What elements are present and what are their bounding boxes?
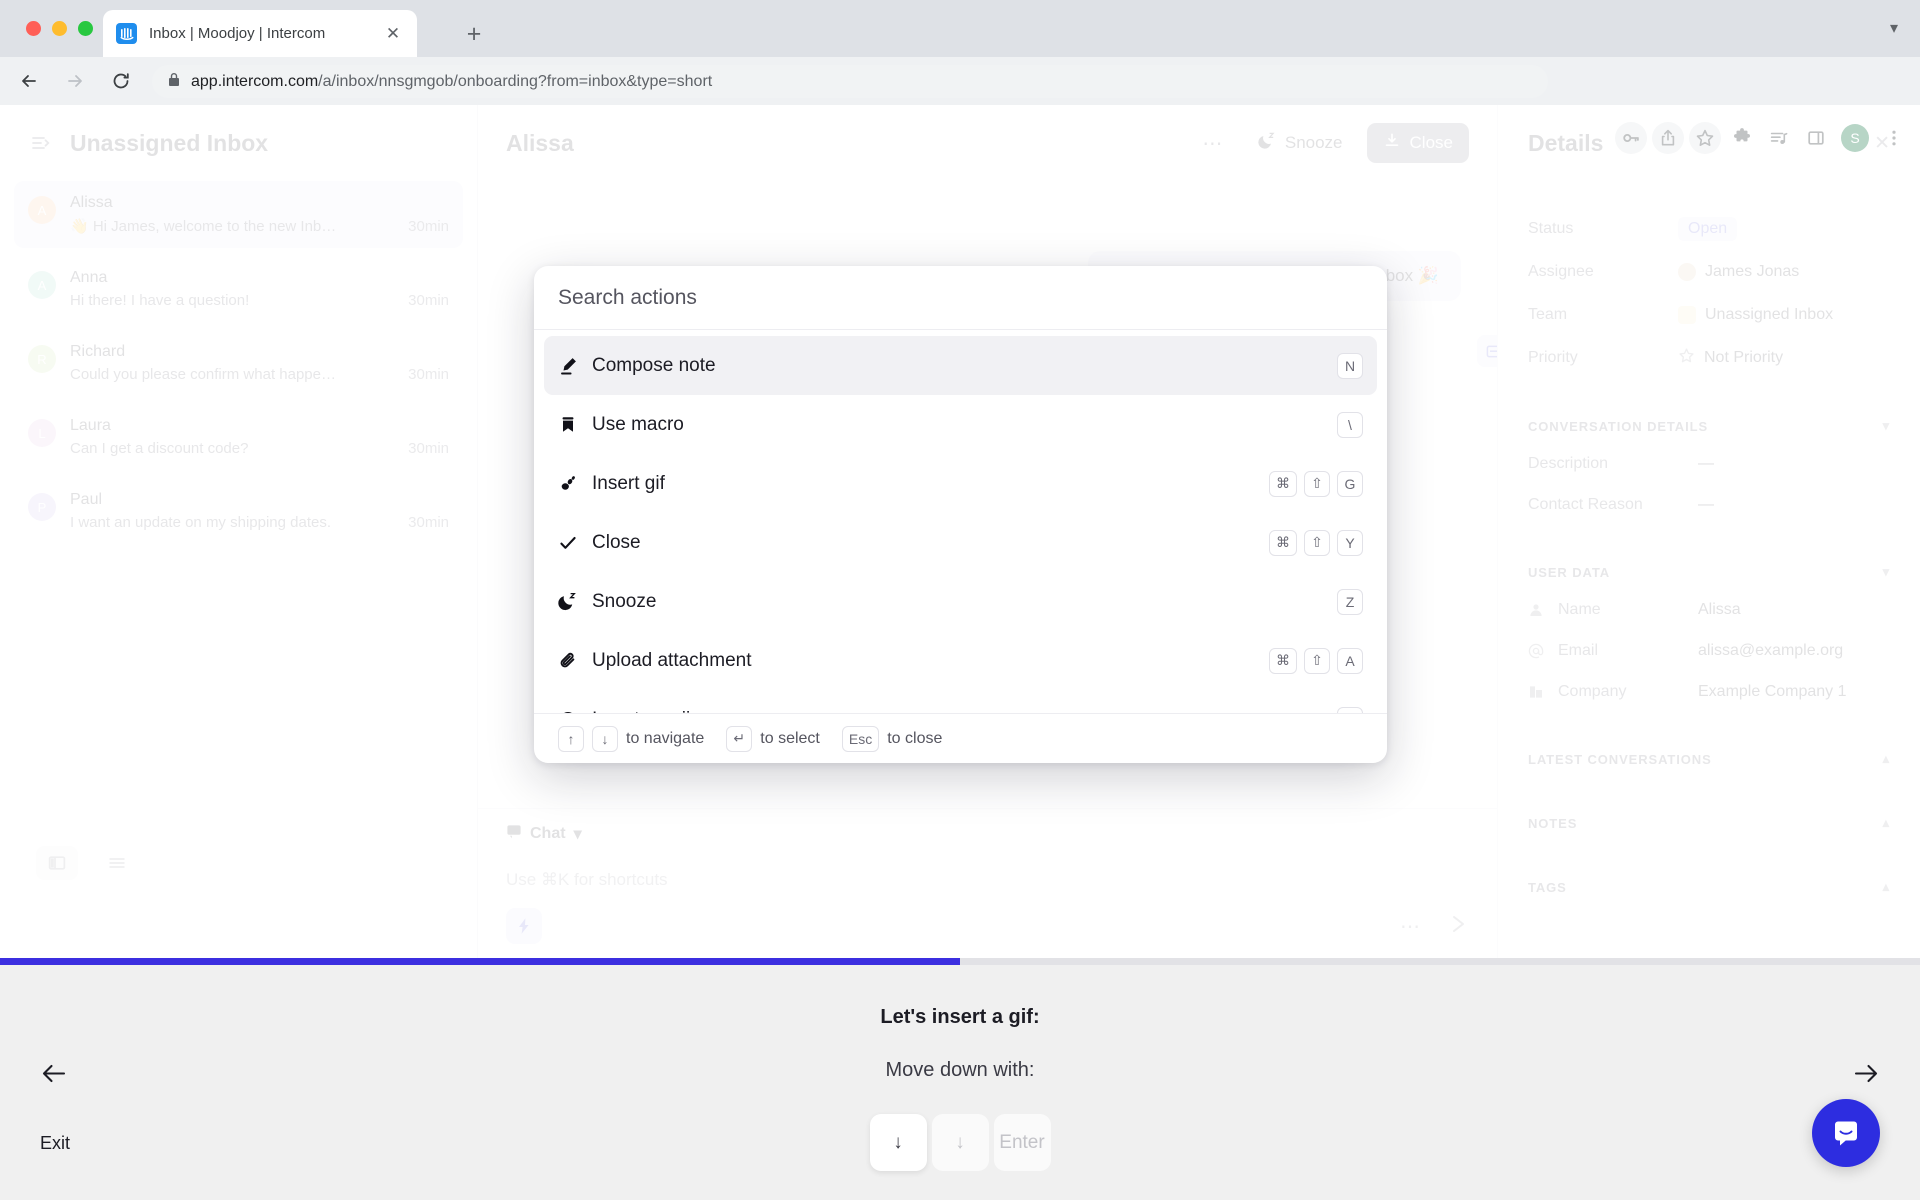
key-badge: ⇧: [1304, 529, 1330, 556]
action-label: Close: [592, 531, 641, 553]
forward-arrow-icon[interactable]: [58, 64, 92, 98]
onboarding-title: Let's insert a gif:: [880, 1006, 1040, 1028]
close-window-button[interactable]: [26, 21, 41, 36]
command-palette: Search actions Compose note N Use macro …: [534, 266, 1387, 763]
shortcut-keys: \: [1337, 411, 1363, 438]
navigate-hint: to navigate: [626, 729, 705, 747]
onboarding-keys: ↓ ↓ Enter: [0, 1114, 1920, 1171]
shortcut-keys: Z: [1337, 588, 1363, 615]
action-label: Use macro: [592, 413, 684, 435]
moon-z-icon: [558, 592, 592, 612]
action-close[interactable]: Close ⌘ ⇧ Y: [544, 513, 1377, 572]
action-compose-note[interactable]: Compose note N: [544, 336, 1377, 395]
action-insert-emoji[interactable]: Insert emoji :: [544, 690, 1377, 713]
screen: Inbox | Moodjoy | Intercom ✕ + ▾ app.int…: [0, 0, 1920, 1200]
key-badge-enter: ↵: [726, 725, 753, 752]
exit-button[interactable]: Exit: [40, 1133, 70, 1154]
url-text: app.intercom.com/a/inbox/nnsgmgob/onboar…: [191, 73, 712, 91]
key-badge: G: [1337, 470, 1363, 497]
url-path: /a/inbox/nnsgmgob/onboarding?from=inbox&…: [318, 72, 713, 90]
action-label: Insert emoji: [592, 709, 1337, 714]
browser-tab[interactable]: Inbox | Moodjoy | Intercom ✕: [103, 10, 417, 57]
pencil-note-icon: [558, 356, 592, 376]
search-actions-input[interactable]: Search actions: [534, 266, 1387, 330]
key-badge: ⌘: [1269, 529, 1297, 556]
browser-toolbar: app.intercom.com/a/inbox/nnsgmgob/onboar…: [0, 57, 1920, 154]
action-snooze[interactable]: Snooze Z: [544, 572, 1377, 631]
back-arrow-icon[interactable]: [12, 64, 46, 98]
gif-icon: [558, 474, 592, 494]
onboarding-key-down-active[interactable]: ↓: [869, 1114, 927, 1171]
maximize-window-button[interactable]: [78, 21, 93, 36]
action-label: Upload attachment: [592, 649, 752, 671]
chevron-down-icon[interactable]: ▾: [1890, 18, 1898, 38]
paperclip-icon: [558, 651, 592, 671]
close-icon[interactable]: ✕: [382, 23, 404, 45]
key-badge: :: [1337, 706, 1363, 713]
key-badge: Z: [1337, 588, 1363, 615]
key-badge-up: ↑: [558, 725, 584, 752]
key-badge: Y: [1337, 529, 1363, 556]
key-badge: ⌘: [1269, 647, 1297, 674]
action-label: Snooze: [592, 590, 657, 612]
intercom-messenger-icon[interactable]: [1812, 1099, 1880, 1167]
action-label: Insert gif: [592, 472, 665, 494]
onboarding-content: Let's insert a gif: Move down with: ↓ ↓ …: [0, 1006, 1920, 1171]
onboarding-subtitle: Move down with:: [885, 1059, 1035, 1081]
action-list: Compose note N Use macro \ Insert gif ⌘ …: [534, 330, 1387, 713]
select-hint: to select: [760, 729, 820, 747]
shortcut-keys: :: [1337, 706, 1363, 713]
key-badge: N: [1337, 352, 1363, 379]
intercom-favicon: [116, 23, 137, 44]
key-badge: ⌘: [1269, 470, 1297, 497]
window-controls: [26, 21, 93, 36]
bookmark-macro-icon: [558, 415, 592, 435]
progress-bar: [0, 958, 1920, 965]
lock-icon: [168, 73, 180, 90]
check-icon: [558, 533, 592, 553]
progress-fill: [0, 958, 960, 965]
palette-footer: ↑ ↓ to navigate ↵ to select Esc to close: [534, 713, 1387, 763]
tab-title: Inbox | Moodjoy | Intercom: [149, 25, 326, 42]
key-badge: \: [1337, 411, 1363, 438]
key-badge: A: [1337, 647, 1363, 674]
reload-icon[interactable]: [104, 64, 138, 98]
shortcut-keys: ⌘ ⇧ G: [1269, 470, 1363, 497]
action-use-macro[interactable]: Use macro \: [544, 395, 1377, 454]
url-domain: app.intercom.com: [191, 72, 319, 90]
key-badge: ⇧: [1304, 647, 1330, 674]
browser-tab-bar: Inbox | Moodjoy | Intercom ✕ + ▾: [0, 0, 1920, 57]
key-badge: ⇧: [1304, 470, 1330, 497]
action-insert-gif[interactable]: Insert gif ⌘ ⇧ G: [544, 454, 1377, 513]
close-hint: to close: [887, 729, 943, 747]
onboarding-key-down[interactable]: ↓: [931, 1114, 989, 1171]
key-badge-esc: Esc: [841, 725, 880, 752]
key-badge-down: ↓: [592, 725, 618, 752]
onboarding-key-enter[interactable]: Enter: [993, 1114, 1051, 1171]
shortcut-keys: ⌘ ⇧ Y: [1269, 529, 1363, 556]
action-label: Compose note: [592, 354, 716, 376]
shortcut-keys: N: [1337, 352, 1363, 379]
onboarding-bar: Let's insert a gif: Move down with: ↓ ↓ …: [0, 958, 1920, 1200]
new-tab-button[interactable]: +: [460, 20, 488, 48]
emoji-icon: [558, 710, 592, 713]
shortcut-keys: ⌘ ⇧ A: [1269, 647, 1363, 674]
action-upload-attachment[interactable]: Upload attachment ⌘ ⇧ A: [544, 631, 1377, 690]
address-bar[interactable]: app.intercom.com/a/inbox/nnsgmgob/onboar…: [152, 65, 1548, 98]
minimize-window-button[interactable]: [52, 21, 67, 36]
